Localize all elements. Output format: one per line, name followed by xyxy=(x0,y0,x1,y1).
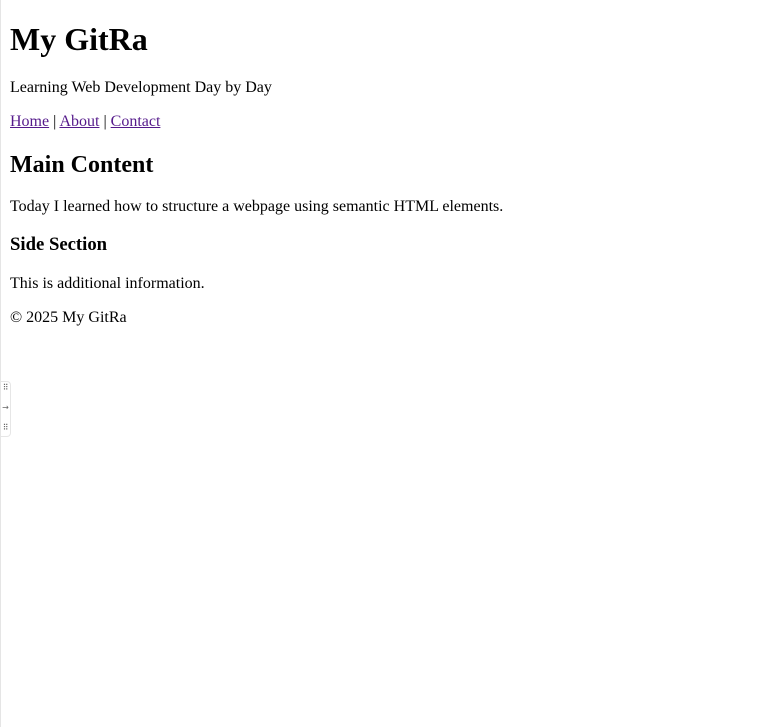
nav-separator: | xyxy=(53,113,57,130)
site-tagline: Learning Web Development Day by Day xyxy=(10,79,272,96)
main-text: Today I learned how to structure a webpa… xyxy=(10,198,504,215)
nav-link-home[interactable]: Home xyxy=(10,113,49,130)
footer-text: © 2025 My GitRa xyxy=(10,309,127,326)
edge-panel-handle[interactable]: ⠿ → ⠿ xyxy=(1,381,11,437)
nav-separator: | xyxy=(103,113,107,130)
side-heading: Side Section xyxy=(10,234,108,255)
grip-icon: ⠿ xyxy=(2,423,9,432)
grip-icon: ⠿ xyxy=(2,383,9,392)
nav-link-contact[interactable]: Contact xyxy=(111,113,161,130)
side-text: This is additional information. xyxy=(10,275,205,292)
page: My GitRa Learning Web Development Day by… xyxy=(0,0,772,727)
site-title: My GitRa xyxy=(10,21,148,57)
nav-link-about[interactable]: About xyxy=(59,113,99,130)
main-heading: Main Content xyxy=(10,152,154,178)
nav-bar: Home | About | Contact xyxy=(10,112,160,132)
arrow-right-icon[interactable]: → xyxy=(1,403,10,413)
